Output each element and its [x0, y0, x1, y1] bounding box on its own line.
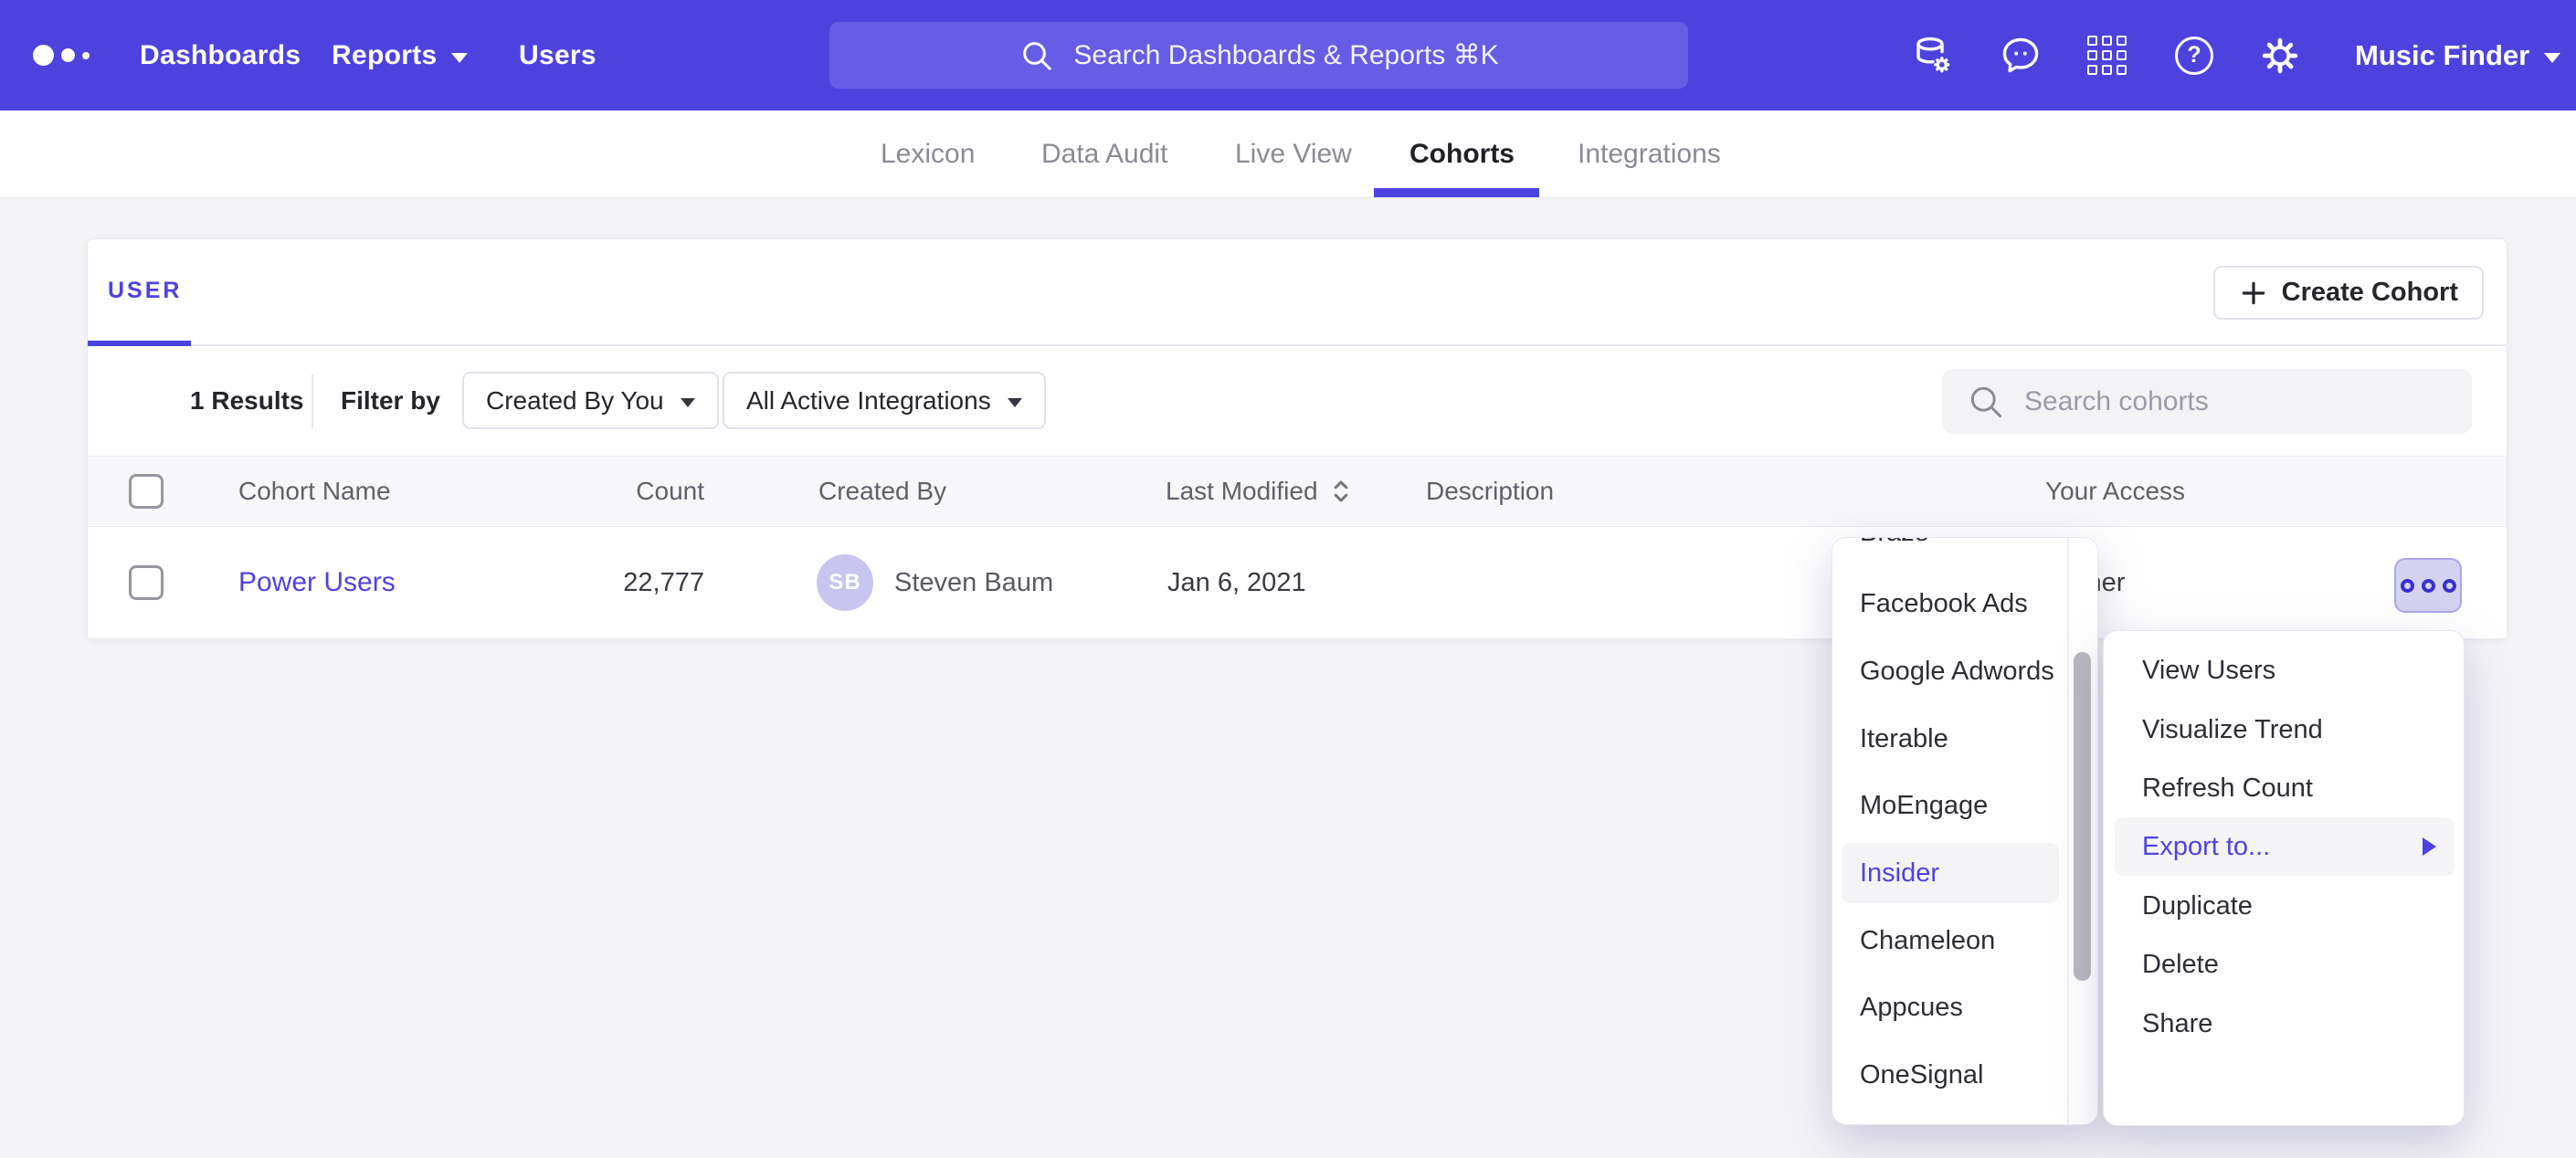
search-cohorts-input[interactable]: Search cohorts — [1942, 369, 2472, 434]
scrollbar-thumb[interactable] — [2074, 652, 2091, 981]
menu-item-view-users[interactable]: View Users — [2115, 641, 2455, 700]
column-header-description: Description — [1426, 457, 1554, 526]
row-checkbox[interactable] — [129, 565, 164, 600]
create-cohort-label: Create Cohort — [2282, 278, 2458, 308]
cohort-count: 22,777 — [544, 527, 704, 638]
data-management-icon[interactable] — [1909, 0, 1957, 111]
tab-integrations-label: Integrations — [1578, 139, 1721, 170]
search-icon — [1966, 382, 2006, 422]
chevron-down-icon — [681, 398, 695, 407]
row-actions-menu: View Users Visualize Trend Refresh Count… — [2103, 630, 2465, 1126]
logo-dot-icon — [82, 52, 90, 59]
submenu-arrow-icon — [2423, 837, 2436, 856]
tab-cohorts-label: Cohorts — [1409, 139, 1515, 170]
section-tabs-bar: Lexicon Data Audit Live View Cohorts Int… — [0, 111, 2576, 198]
integrations-dropdown-label: All Active Integrations — [746, 386, 991, 416]
global-search-input[interactable]: Search Dashboards & Reports ⌘K — [829, 22, 1688, 89]
chevron-down-icon — [451, 53, 468, 63]
table-header-row: Cohort Name Count Created By Last Modifi… — [88, 456, 2507, 527]
ellipsis-dot-icon — [2422, 579, 2435, 593]
table-row: Power Users 22,777 SB Steven Baum Jan 6,… — [88, 527, 2507, 638]
column-header-created-by: Created By — [818, 457, 946, 526]
menu-item-insider[interactable]: Insider — [1842, 843, 2059, 903]
menu-item-google-adwords[interactable]: Google Adwords — [1842, 641, 2059, 701]
tab-integrations[interactable]: Integrations — [1578, 111, 1721, 197]
created-by-dropdown[interactable]: Created By You — [462, 372, 719, 429]
ellipsis-dot-icon — [2401, 579, 2414, 593]
filter-by-label: Filter by — [341, 346, 440, 456]
chevron-down-icon — [1008, 398, 1022, 407]
tab-data-audit-label: Data Audit — [1041, 139, 1167, 170]
menu-item-facebook-ads[interactable]: Facebook Ads — [1842, 574, 2059, 634]
column-header-your-access: Your Access — [2045, 457, 2185, 526]
cohort-type-strip: USER Create Cohort — [88, 239, 2507, 346]
menu-item-chameleon[interactable]: Chameleon — [1842, 911, 2059, 971]
project-name: Music Finder — [2355, 39, 2529, 72]
results-count: 1 Results — [190, 346, 304, 456]
created-by-name: Steven Baum — [894, 527, 1053, 638]
menu-item-duplicate[interactable]: Duplicate — [2115, 877, 2455, 935]
filter-bar: 1 Results Filter by Created By You All A… — [88, 346, 2507, 456]
feedback-bubble-icon[interactable] — [1997, 0, 2044, 111]
nav-dashboards-label: Dashboards — [140, 40, 301, 71]
active-tab-underline — [1374, 188, 1539, 197]
menu-item-delete[interactable]: Delete — [2115, 935, 2455, 994]
menu-item-braze[interactable]: Braze — [1842, 537, 2059, 563]
divider — [311, 374, 313, 427]
tab-live-view[interactable]: Live View — [1235, 111, 1352, 197]
apps-grid-icon[interactable] — [2083, 0, 2130, 111]
sort-icon — [1331, 478, 1351, 505]
row-more-actions-button[interactable] — [2394, 558, 2462, 613]
created-by-dropdown-label: Created By You — [486, 386, 664, 416]
nav-reports-label: Reports — [332, 40, 437, 71]
global-search-placeholder: Search Dashboards & Reports ⌘K — [1073, 39, 1498, 71]
chevron-down-icon — [2544, 53, 2560, 63]
menu-item-share[interactable]: Share — [2115, 995, 2455, 1053]
tab-cohorts[interactable]: Cohorts — [1409, 111, 1515, 197]
export-to-submenu: Braze Facebook Ads Google Adwords Iterab… — [1832, 537, 2098, 1125]
column-header-cohort-name: Cohort Name — [238, 457, 391, 526]
logo-dot-icon — [61, 48, 75, 62]
settings-gear-icon[interactable] — [2256, 0, 2304, 111]
tab-live-view-label: Live View — [1235, 139, 1352, 170]
menu-item-export-to[interactable]: Export to... — [2115, 817, 2455, 876]
column-header-last-modified[interactable]: Last Modified — [1166, 457, 1351, 526]
tab-user-cohorts[interactable]: USER — [108, 239, 182, 342]
nav-users[interactable]: Users — [519, 0, 596, 111]
select-all-checkbox[interactable] — [129, 474, 164, 509]
nav-dashboards[interactable]: Dashboards — [140, 0, 301, 111]
column-header-count: Count — [544, 457, 704, 526]
logo-dot-icon — [33, 45, 54, 66]
menu-item-refresh-count[interactable]: Refresh Count — [2115, 759, 2455, 817]
column-header-last-modified-label: Last Modified — [1166, 477, 1318, 506]
search-cohorts-placeholder: Search cohorts — [2024, 386, 2209, 417]
search-icon — [1019, 37, 1055, 74]
ellipsis-dot-icon — [2443, 579, 2456, 593]
menu-item-moengage[interactable]: MoEngage — [1842, 775, 2059, 836]
scrollbar-track — [2067, 538, 2069, 1124]
last-modified-date: Jan 6, 2021 — [1167, 527, 1306, 638]
menu-item-visualize-trend[interactable]: Visualize Trend — [2115, 700, 2455, 759]
nav-reports[interactable]: Reports — [332, 0, 468, 111]
tab-lexicon-label: Lexicon — [881, 139, 975, 170]
avatar: SB — [817, 554, 873, 611]
tab-user-cohorts-label: USER — [108, 278, 182, 304]
top-navigation-bar: Dashboards Reports Users Search Dashboar… — [0, 0, 2576, 111]
integrations-dropdown[interactable]: All Active Integrations — [723, 372, 1046, 429]
app-logo[interactable] — [33, 0, 90, 111]
menu-item-onesignal[interactable]: OneSignal — [1842, 1045, 2059, 1105]
nav-users-label: Users — [519, 40, 596, 71]
cohort-name-link[interactable]: Power Users — [238, 527, 396, 638]
plus-icon — [2239, 279, 2268, 308]
tab-lexicon[interactable]: Lexicon — [881, 111, 975, 197]
project-switcher[interactable]: Music Finder — [2355, 0, 2560, 111]
help-icon[interactable] — [2170, 0, 2218, 111]
create-cohort-button[interactable]: Create Cohort — [2213, 266, 2484, 320]
menu-item-iterable[interactable]: Iterable — [1842, 709, 2059, 769]
menu-item-appcues[interactable]: Appcues — [1842, 977, 2059, 1037]
tab-data-audit[interactable]: Data Audit — [1041, 111, 1167, 197]
menu-item-export-to-label: Export to... — [2142, 832, 2270, 862]
cohorts-card: USER Create Cohort 1 Results Filter by C… — [87, 238, 2507, 639]
